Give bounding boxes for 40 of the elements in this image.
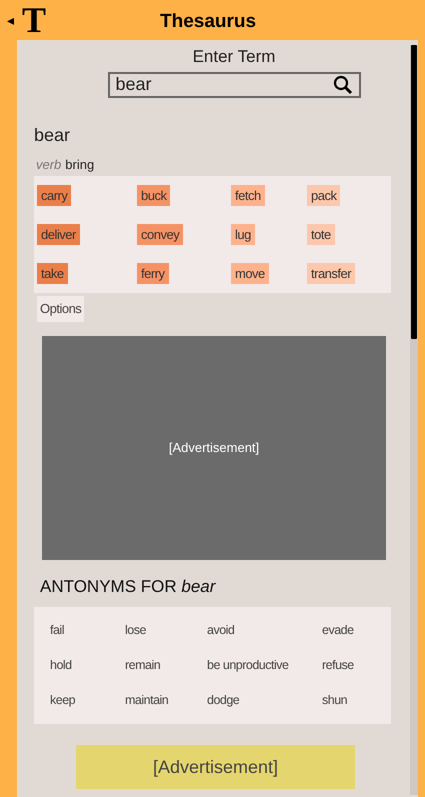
search-label: Enter Term: [192, 46, 276, 68]
synonym-tag[interactable]: transfer: [307, 262, 356, 284]
synonym-tag[interactable]: deliver: [37, 224, 80, 246]
word-sense: bring: [65, 156, 94, 174]
synonym-tag[interactable]: take: [37, 262, 68, 284]
entry-word: bear: [34, 124, 72, 146]
synonym-tag[interactable]: ferry: [137, 262, 168, 284]
synonym-tag[interactable]: lug: [231, 224, 255, 246]
synonym-tag[interactable]: carry: [37, 184, 72, 206]
antonym-word[interactable]: dodge: [207, 691, 322, 710]
antonym-word[interactable]: shun: [322, 691, 391, 710]
search-icon[interactable]: [332, 74, 352, 94]
scrollbar-thumb[interactable]: [411, 45, 417, 339]
synonym-tag[interactable]: pack: [307, 184, 340, 206]
search-field[interactable]: bear: [108, 72, 360, 98]
synonym-tag[interactable]: tote: [307, 224, 335, 246]
back-arrow[interactable]: ◂: [7, 13, 14, 27]
synonym-tag[interactable]: fetch: [231, 184, 265, 206]
antonym-word[interactable]: hold: [50, 656, 125, 675]
options-button[interactable]: Options: [37, 296, 84, 322]
advertisement-banner: [Advertisement]: [76, 745, 355, 789]
antonym-word[interactable]: remain: [125, 656, 207, 675]
antonym-word[interactable]: maintain: [125, 691, 207, 710]
antonym-word[interactable]: keep: [50, 691, 125, 710]
logo: T: [22, 2, 46, 38]
antonym-word[interactable]: fail: [50, 621, 125, 640]
antonym-word[interactable]: refuse: [322, 656, 391, 675]
antonym-word[interactable]: avoid: [207, 621, 322, 640]
antonym-word[interactable]: be unproductive: [207, 656, 322, 675]
antonyms-heading: ANTONYMS FOR bear: [40, 576, 217, 598]
part-of-speech: verb: [36, 156, 62, 174]
app-title: Thesaurus: [160, 10, 256, 34]
scrollbar[interactable]: [410, 45, 418, 795]
synonym-tag[interactable]: buck: [137, 184, 170, 206]
synonym-tag[interactable]: convey: [137, 224, 184, 246]
advertisement: [Advertisement]: [42, 336, 386, 560]
synonym-tag[interactable]: move: [231, 262, 269, 284]
antonym-word[interactable]: lose: [125, 621, 207, 640]
search-input[interactable]: bear: [116, 71, 332, 98]
antonym-word[interactable]: evade: [322, 621, 391, 640]
